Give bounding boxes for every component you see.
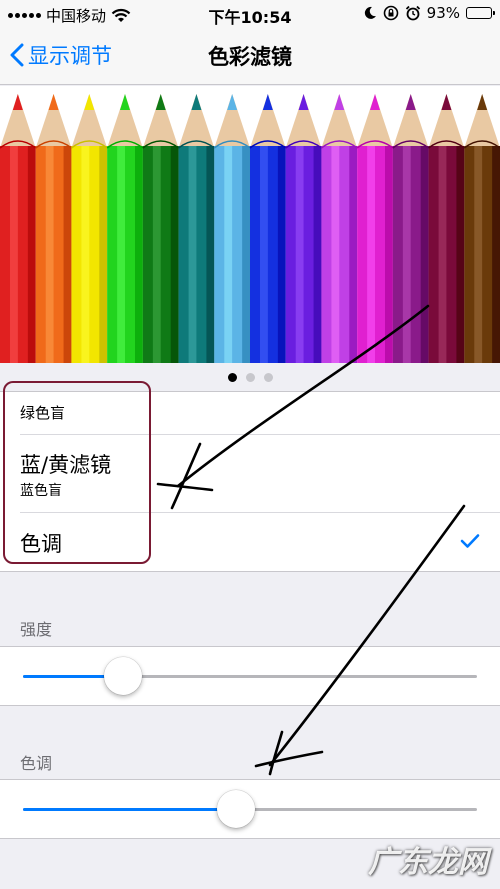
pencil [428,94,465,363]
pencil [463,94,500,363]
intensity-slider-thumb[interactable] [103,657,142,695]
battery-percent: 93% [426,4,460,22]
page-title: 色彩滤镜 [208,45,292,69]
highlight-annotation-box [3,381,151,564]
pencil [392,94,430,363]
pencil [142,94,180,363]
pencil [106,94,144,363]
pencil [285,94,322,363]
hue-slider-cell [0,779,500,839]
pencil [0,94,37,363]
navigation-bar: 显示调节 色彩滤镜 [0,28,500,85]
pencil [213,94,251,363]
intensity-slider[interactable] [23,675,477,678]
intensity-slider-cell [0,646,500,706]
alarm-icon [405,5,420,21]
pencil [35,94,72,363]
intensity-header: 强度 [20,620,53,639]
orientation-lock-icon [383,5,398,21]
color-preview-image[interactable] [0,86,500,363]
page-dot[interactable] [263,372,273,382]
watermark: 广东龙网 [368,845,488,880]
pencil [356,94,394,363]
moon-icon [364,6,376,19]
battery-icon [466,7,495,19]
status-bar: 中国移动 下午10:54 93% [0,0,500,28]
pencil [249,94,287,363]
pencil [178,94,215,363]
status-right: 93% [363,4,495,22]
hue-slider-thumb[interactable] [217,790,256,828]
checkmark-icon [460,534,480,548]
hue-header: 色调 [20,754,53,773]
hue-slider-fill [23,808,237,811]
pencil [70,94,108,363]
pencils-illustration [0,94,500,363]
pencil [320,94,358,363]
page-dot[interactable] [245,372,255,382]
page-dot[interactable] [227,372,237,382]
